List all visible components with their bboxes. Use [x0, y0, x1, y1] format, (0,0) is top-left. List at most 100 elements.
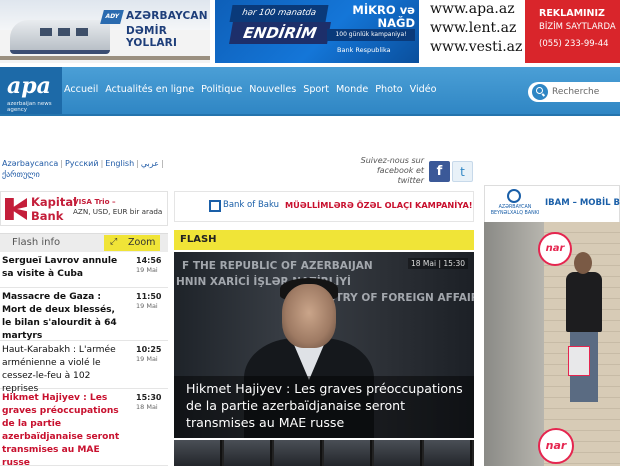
lang-separator: | — [136, 159, 139, 168]
thumbnail[interactable] — [324, 440, 372, 466]
news-time: 10:25 — [136, 345, 162, 354]
banner-door — [484, 222, 544, 466]
news-time: 11:50 — [136, 292, 162, 301]
news-item[interactable]: Hikmet Hajiyev : Les graves préoccupatio… — [0, 389, 168, 468]
language-switcher: Azərbaycanca | Русский | English | عربي | ქართულ… — [2, 158, 172, 180]
news-item[interactable]: Sergueï Lavrov annule sa visite à Cuba 1… — [0, 252, 168, 288]
news-title[interactable]: Massacre de Gaza : Mort de deux blessés,… — [2, 291, 127, 343]
kapital-promo: VISA Trio – AZN, USD, EUR bir arada — [73, 197, 162, 217]
ady-banner[interactable]: ADY AZƏRBAYCAN DƏMİR YOLLARI — [0, 0, 210, 63]
bank-of-baku-logo-icon — [209, 200, 221, 212]
person-body — [566, 272, 602, 332]
follow-text: Suivez-nous sur facebook et twitter — [360, 156, 424, 185]
thumbnail[interactable] — [374, 440, 422, 466]
photo-caption[interactable]: Hikmet Hajiyev : Les graves préoccupatio… — [186, 380, 474, 431]
shopping-bag — [568, 346, 590, 376]
ibam-banner[interactable]: AZƏRBAYCAN BEYNƏLXALQ BANKI IBAM – MOBİL… — [484, 185, 620, 223]
lang-en[interactable]: English — [105, 159, 134, 168]
news-time: 15:30 — [136, 393, 162, 402]
train-image — [10, 20, 110, 54]
advertise-banner[interactable]: REKLAMINIZ BİZİM SAYTLARDA (055) 233-99-… — [525, 0, 620, 63]
banner-brand: Bank Respublika — [337, 46, 391, 54]
facebook-icon[interactable]: f — [429, 161, 450, 182]
train-window — [76, 28, 88, 36]
search-icon[interactable] — [532, 84, 548, 100]
menu-item-nouvelles[interactable]: Nouvelles — [249, 84, 296, 95]
banner-line-1: AZƏRBAYCAN — [126, 10, 208, 22]
menu-item-photo[interactable]: Photo — [375, 84, 402, 95]
menu-item-video[interactable]: Vidéo — [410, 84, 437, 95]
kapital-name-1: Kapital — [31, 195, 78, 209]
search-box — [528, 82, 620, 102]
lang-ka[interactable]: ქართული — [2, 170, 40, 179]
logo-subtitle: azerbaijan news agency — [7, 101, 52, 113]
ibam-org: AZƏRBAYCAN BEYNƏLXALQ BANKI — [490, 205, 540, 216]
news-title[interactable]: Hikmet Hajiyev : Les graves préoccupatio… — [2, 392, 127, 470]
news-date: 19 Mai — [136, 355, 158, 363]
person-face — [282, 284, 336, 348]
thumbnail[interactable] — [274, 440, 322, 466]
sites-banner[interactable]: www.apa.az www.lent.az www.vesti.az — [425, 0, 525, 63]
photo-backdrop-text: F THE REPUBLIC OF AZERBAIJAN — [182, 260, 373, 272]
menu-item-actualites[interactable]: Actualités en ligne — [105, 84, 194, 95]
kapital-logo-icon — [5, 198, 27, 220]
flash-section-header: FLASH — [174, 230, 474, 250]
photo-backdrop-text: ISTRY OF FOREIGN AFFAIRS OF THE REPUBLIC — [324, 292, 474, 304]
lang-ar[interactable]: عربي — [141, 159, 159, 168]
site-link: www.vesti.az — [430, 39, 523, 55]
ads-phone: (055) 233-99-44 — [539, 39, 609, 49]
ads-title: REKLAMINIZ — [539, 8, 605, 19]
kapital-name-2: Bank — [31, 209, 64, 223]
lang-ru[interactable]: Русский — [65, 159, 99, 168]
zoom-button[interactable]: ⤢ Zoom — [104, 235, 160, 251]
bank-of-baku-brand: Bank of Baku — [223, 200, 280, 210]
ibam-title: IBAM – MOBİL BANK — [545, 198, 620, 208]
bank-respublika-banner[interactable]: hər 100 manatda ENDİRİM MİKRO və NAĞD KR… — [215, 0, 419, 63]
search-input[interactable] — [552, 84, 620, 100]
menu-item-monde[interactable]: Monde — [336, 84, 368, 95]
lang-separator: | — [100, 159, 104, 168]
menu-item-politique[interactable]: Politique — [201, 84, 242, 95]
lang-separator: | — [60, 159, 63, 168]
kapital-promo-line-2: AZN, USD, EUR bir arada — [73, 207, 163, 216]
bank-of-baku-campaign: MÜƏLLİMLƏRƏ ÖZƏL OLAÇI KAMPANİYA! — [285, 200, 473, 210]
flash-section-title: FLASH — [180, 234, 217, 245]
news-item[interactable]: Massacre de Gaza : Mort de deux blessés,… — [0, 288, 168, 341]
nar-logo: nar — [538, 428, 574, 464]
bank-of-baku-banner[interactable]: Bank of Baku MÜƏLLİMLƏRƏ ÖZƏL OLAÇI KAMP… — [174, 191, 474, 222]
bank-logo-icon — [507, 189, 521, 203]
ads-subtitle: BİZİM SAYTLARDA — [539, 22, 616, 32]
menu-item-accueil[interactable]: Accueil — [64, 84, 98, 95]
news-item[interactable]: Haut-Karabakh : L'armée arménienne a vio… — [0, 341, 168, 394]
menu-item-sport[interactable]: Sport — [303, 84, 329, 95]
flash-featured-photo[interactable]: F THE REPUBLIC OF AZERBAIJAN HNIN XARİCİ… — [174, 252, 474, 438]
thumbnail[interactable] — [224, 440, 272, 466]
lang-az[interactable]: Azərbaycanca — [2, 159, 58, 168]
news-date: 18 Mai — [136, 403, 158, 411]
news-date: 19 Mai — [136, 266, 158, 274]
kapital-promo-line-1: VISA Trio – — [73, 197, 116, 206]
apa-logo[interactable]: apa azerbaijan news agency — [0, 67, 62, 114]
rail — [0, 56, 210, 60]
zoom-label: Zoom — [128, 237, 156, 248]
expand-icon: ⤢ — [110, 237, 118, 247]
news-date: 19 Mai — [136, 302, 158, 310]
thumbnail[interactable] — [424, 440, 472, 466]
photo-timestamp: 18 Mai | 15:30 — [408, 258, 468, 269]
logo-text: apa — [7, 73, 51, 99]
ady-logo: ADY — [100, 10, 124, 24]
kapital-bank-banner[interactable]: Kapital Bank VISA Trio – AZN, USD, EUR b… — [0, 191, 168, 226]
train-window — [58, 28, 70, 36]
site-link: www.lent.az — [430, 20, 517, 36]
twitter-icon[interactable]: t — [452, 161, 473, 182]
banner-line-2: DƏMİR YOLLARI — [126, 25, 178, 49]
flash-info-title: Flash info — [12, 237, 61, 248]
person-head — [574, 252, 592, 274]
news-title[interactable]: Sergueï Lavrov annule sa visite à Cuba — [2, 255, 127, 281]
lang-separator: | — [160, 159, 164, 168]
person-figure — [564, 252, 604, 402]
nar-banner[interactable]: nar nar — [484, 222, 620, 466]
thumbnail[interactable] — [174, 440, 222, 466]
main-menu: Accueil Actualités en ligne Politique No… — [64, 84, 444, 95]
site-link: www.apa.az — [430, 1, 515, 17]
